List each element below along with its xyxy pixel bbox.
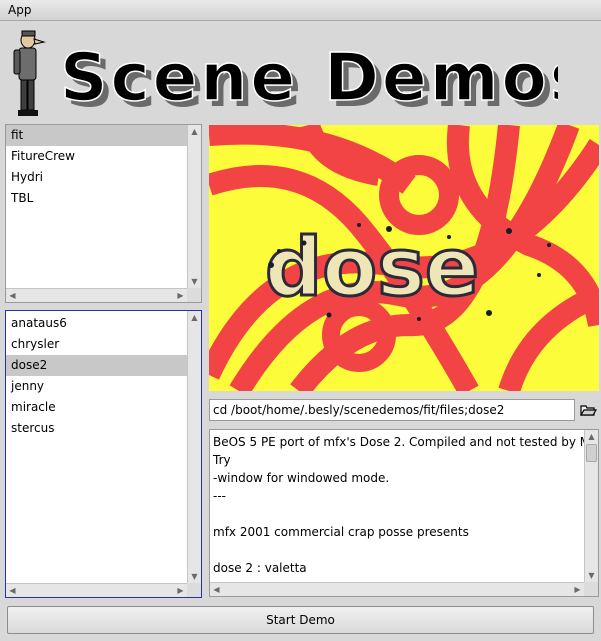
group-item[interactable]: FitureCrew bbox=[6, 146, 187, 167]
description-line: mfx 2001 commercial crap posse presents bbox=[213, 525, 469, 539]
menubar: App bbox=[0, 0, 601, 21]
demo-list[interactable]: anataus6 chrysler dose2 jenny miracle st… bbox=[5, 310, 202, 598]
scroll-left-icon[interactable]: ◀ bbox=[6, 289, 19, 302]
scroll-up-icon[interactable]: ▲ bbox=[188, 125, 201, 138]
preview-art: dose bbox=[209, 125, 599, 391]
scroll-down-icon[interactable]: ▼ bbox=[585, 569, 598, 582]
preview-logo-text: dose bbox=[265, 221, 479, 314]
scroll-down-icon[interactable]: ▼ bbox=[188, 275, 201, 288]
demo-item[interactable]: anataus6 bbox=[6, 313, 187, 334]
demo-item[interactable]: dose2 bbox=[6, 355, 187, 376]
logo-text: Scene Demos bbox=[60, 39, 558, 116]
description-line bbox=[213, 505, 582, 523]
scroll-up-icon[interactable]: ▲ bbox=[188, 311, 201, 324]
demo-item[interactable]: stercus bbox=[6, 418, 187, 439]
scroll-right-icon[interactable]: ▶ bbox=[571, 583, 584, 596]
description-horizontal-scrollbar[interactable]: ◀ ▶ bbox=[210, 582, 584, 596]
demo-item[interactable]: miracle bbox=[6, 397, 187, 418]
group-list-horizontal-scrollbar[interactable]: ◀ ▶ bbox=[6, 288, 187, 302]
mascot-figure-icon bbox=[13, 30, 46, 116]
scroll-right-icon[interactable]: ▶ bbox=[174, 584, 187, 597]
folder-open-icon[interactable] bbox=[578, 400, 598, 420]
description-line: -window for windowed mode. bbox=[213, 471, 390, 485]
description-textarea[interactable]: BeOS 5 PE port of mfx's Dose 2. Compiled… bbox=[209, 429, 599, 597]
scroll-corner bbox=[584, 582, 598, 596]
description-line: dose 2 : valetta bbox=[213, 561, 307, 575]
group-list-vertical-scrollbar[interactable]: ▲ ▼ bbox=[187, 125, 201, 288]
scroll-up-icon[interactable]: ▲ bbox=[585, 430, 598, 443]
demo-item[interactable]: jenny bbox=[6, 376, 187, 397]
description-line: --- bbox=[213, 489, 226, 503]
group-list[interactable]: fit FitureCrew Hydri TBL ▲ ▼ ◀ ▶ bbox=[5, 124, 202, 303]
scroll-down-icon[interactable]: ▼ bbox=[188, 570, 201, 583]
demo-preview-image: dose bbox=[209, 125, 599, 391]
description-vertical-scrollbar[interactable]: ▲ ▼ bbox=[584, 430, 598, 582]
scrollbar-thumb[interactable] bbox=[586, 444, 597, 462]
group-item[interactable]: fit bbox=[6, 125, 187, 146]
demo-list-vertical-scrollbar[interactable]: ▲ ▼ bbox=[187, 311, 201, 583]
description-line: BeOS 5 PE port of mfx's Dose 2. Compiled… bbox=[213, 435, 599, 449]
description-text: BeOS 5 PE port of mfx's Dose 2. Compiled… bbox=[213, 433, 599, 577]
group-item[interactable]: TBL bbox=[6, 188, 187, 209]
start-demo-button[interactable]: Start Demo bbox=[7, 606, 594, 634]
demo-item[interactable]: chrysler bbox=[6, 334, 187, 355]
scroll-right-icon[interactable]: ▶ bbox=[174, 289, 187, 302]
scroll-corner bbox=[187, 288, 201, 302]
description-line bbox=[213, 541, 582, 559]
menu-app[interactable]: App bbox=[8, 3, 31, 17]
app-logo: Scene Demos Scene Demos bbox=[59, 38, 558, 122]
scroll-corner bbox=[187, 583, 201, 597]
demo-list-horizontal-scrollbar[interactable]: ◀ ▶ bbox=[6, 583, 187, 597]
scroll-left-icon[interactable]: ◀ bbox=[210, 583, 223, 596]
command-field[interactable]: cd /boot/home/.besly/scenedemos/fit/file… bbox=[209, 399, 575, 421]
group-item[interactable]: Hydri bbox=[6, 167, 187, 188]
description-line: Try bbox=[213, 453, 231, 467]
scroll-left-icon[interactable]: ◀ bbox=[6, 584, 19, 597]
header: Scene Demos Scene Demos bbox=[0, 22, 601, 122]
